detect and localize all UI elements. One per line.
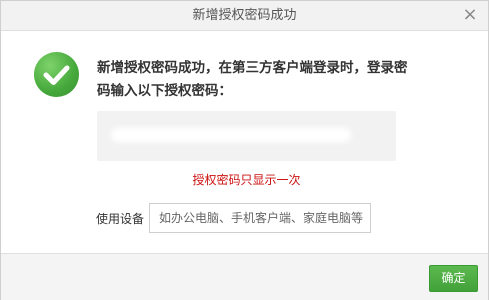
dialog-footer: 确定 (1, 253, 488, 300)
device-label: 使用设备 (96, 212, 145, 226)
dialog-titlebar: 新增授权密码成功 × (1, 1, 488, 31)
auth-password-dialog: 新增授权密码成功 × 新增授权密码成功，在第三方客户端登录时，登录密码输入以下授… (0, 0, 489, 300)
auth-code-obscured (111, 128, 351, 142)
confirm-button[interactable]: 确定 (429, 265, 478, 292)
check-circle-icon (34, 52, 79, 97)
auth-code-box (97, 111, 396, 161)
device-input[interactable] (149, 203, 371, 233)
close-icon[interactable]: × (460, 5, 480, 25)
success-message: 新增授权密码成功，在第三方客户端登录时，登录密码输入以下授权密码： (97, 60, 408, 99)
show-once-note: 授权密码只显示一次 (192, 173, 301, 187)
dialog-title: 新增授权密码成功 (192, 8, 297, 23)
